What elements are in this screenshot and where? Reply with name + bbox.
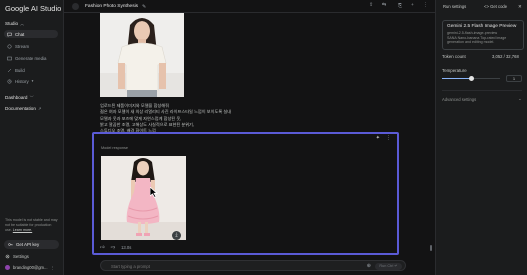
more-vert-icon: ⋮ xyxy=(50,265,55,270)
user-prompt-text: 업로드된 제품이미지와 모델을 합성해줘 젊은 여자 모델이 새 의상 리얼리티… xyxy=(100,103,280,134)
share-icon[interactable]: ⇪ xyxy=(369,3,373,8)
history-icon xyxy=(7,79,12,84)
external-link-icon: ↗ xyxy=(36,106,42,111)
sidebar-item-label: History xyxy=(15,78,29,84)
response-feedback-row: 👍︎ 👎︎ 13.0s xyxy=(100,244,131,250)
divider xyxy=(442,90,522,91)
run-settings-title: Run settings xyxy=(443,4,467,9)
settings-label: Settings xyxy=(13,254,29,259)
more-vert-icon[interactable]: ⋮ xyxy=(423,3,428,8)
compare-icon[interactable]: ⇆ xyxy=(382,3,386,8)
temperature-slider-fill xyxy=(442,78,471,79)
documentation-link[interactable]: Documentation ↗ xyxy=(5,106,41,111)
close-icon[interactable]: ✕ xyxy=(518,4,522,10)
temperature-slider-thumb[interactable] xyxy=(468,76,474,81)
user-uploaded-photo[interactable] xyxy=(100,13,184,97)
run-settings-panel: Run settings <> Get code ✕ Gemini 2.5 Fl… xyxy=(435,0,527,275)
studio-section-header[interactable]: Studio ︿ xyxy=(5,21,24,27)
thumbs-up-icon[interactable]: 👍︎ xyxy=(100,244,105,250)
sidebar-toggle-button[interactable] xyxy=(72,3,79,10)
chevron-down-icon: ▾ xyxy=(31,79,34,83)
edit-title-icon[interactable]: ✎ xyxy=(142,4,146,10)
response-time: 13.0s xyxy=(121,244,132,250)
sparkle-icon[interactable]: ✦ xyxy=(376,135,380,141)
sidebar-item-history[interactable]: History ▾ xyxy=(4,77,58,85)
sidebar-item-stream[interactable]: Stream xyxy=(4,42,58,50)
chevron-down-icon: ﹀ xyxy=(28,95,34,100)
model-description: SANA Nano-banana Top-rated image generat… xyxy=(447,35,507,45)
temperature-slider[interactable] xyxy=(442,76,500,81)
get-api-key-button[interactable]: Get API key xyxy=(4,240,59,249)
avatar xyxy=(5,265,10,270)
token-count-value: 3,052 / 32,768 xyxy=(492,54,519,59)
response-toolbar: ✦ ⋮ xyxy=(376,135,391,141)
key-icon xyxy=(8,242,13,247)
thumbs-down-icon[interactable]: 👎︎ xyxy=(111,244,115,250)
run-button[interactable]: Run Ctrl ↵ xyxy=(375,262,402,270)
chat-area: 업로드된 제품이미지와 모델을 합성해줘 젊은 여자 모델이 새 의상 리얼리티… xyxy=(64,13,435,275)
learn-more-link[interactable]: Learn more. xyxy=(13,228,32,232)
studio-section-label: Studio xyxy=(5,21,19,26)
temperature-label: Temperature xyxy=(442,68,467,73)
dashboard-label: Dashboard xyxy=(5,95,28,100)
sidebar-item-label: Build xyxy=(15,67,25,73)
sidebar-item-label: Generate media xyxy=(15,55,47,61)
sidebar-item-build[interactable]: Build xyxy=(4,66,58,74)
temperature-value-input[interactable]: 1 xyxy=(506,75,522,82)
mouse-cursor-icon xyxy=(149,186,159,200)
more-vert-icon[interactable]: ⋮ xyxy=(386,135,391,141)
gear-icon xyxy=(5,254,10,259)
model-response-card[interactable]: ✦ ⋮ Model response ⤓ 👍︎ 👎︎ 13.0s xyxy=(92,132,399,255)
model-id: gemini-2.5-flash-image-preview xyxy=(447,30,498,35)
model-selector[interactable]: Gemini 2.5 Flash Image Preview gemini-2.… xyxy=(442,20,524,50)
chat-icon xyxy=(7,32,12,37)
add-media-icon[interactable]: ⊕ xyxy=(367,263,371,269)
page-title: Fashion Photo Synthesis xyxy=(85,4,139,9)
sidebar-item-label: Stream xyxy=(15,43,30,49)
scrollbar-handle[interactable] xyxy=(430,245,432,251)
left-sidebar: Google AI Studio Studio ︿ Chat Stream Ge… xyxy=(0,0,64,275)
get-code-button[interactable]: <> Get code xyxy=(484,4,507,9)
prompt-bar: ⊕ Run Ctrl ↵ xyxy=(100,260,406,271)
build-icon xyxy=(7,68,12,73)
token-count-label: Token count xyxy=(442,54,466,59)
model-name: Gemini 2.5 Flash Image Preview xyxy=(447,24,517,29)
sidebar-item-chat[interactable]: Chat xyxy=(4,30,58,38)
get-api-key-label: Get API key xyxy=(16,242,40,247)
dashboard-link[interactable]: Dashboard ﹀ xyxy=(5,95,34,101)
chevron-up-icon: ︿ xyxy=(19,21,25,26)
stream-icon xyxy=(7,44,12,49)
documentation-label: Documentation xyxy=(5,106,36,111)
get-code-label: Get code xyxy=(490,4,508,9)
advanced-settings-toggle[interactable]: Advanced settings xyxy=(442,97,476,102)
top-bar: Fashion Photo Synthesis ✎ ⇪ ⇆ ⎘ + ⋮ xyxy=(64,0,435,13)
sidebar-item-label: Chat xyxy=(15,31,25,37)
download-icon[interactable]: ⤓ xyxy=(172,231,181,240)
chevron-down-icon[interactable]: ⌄ xyxy=(518,96,522,102)
media-icon xyxy=(7,56,12,61)
generated-image[interactable]: ⤓ xyxy=(101,156,186,240)
model-warning: This model is not stable and may not be … xyxy=(5,218,59,233)
settings-link[interactable]: Settings xyxy=(5,254,29,259)
add-icon[interactable]: + xyxy=(411,3,414,8)
link-icon[interactable]: ⎘ xyxy=(398,3,402,9)
app-logo[interactable]: Google AI Studio xyxy=(5,4,61,13)
model-response-label: Model response xyxy=(101,146,129,150)
prompt-input[interactable] xyxy=(111,263,311,269)
sidebar-item-generate-media[interactable]: Generate media xyxy=(4,54,58,62)
account-menu[interactable]: branding00@gm... ⋮ xyxy=(5,265,55,270)
account-email: branding00@gm... xyxy=(13,265,48,270)
